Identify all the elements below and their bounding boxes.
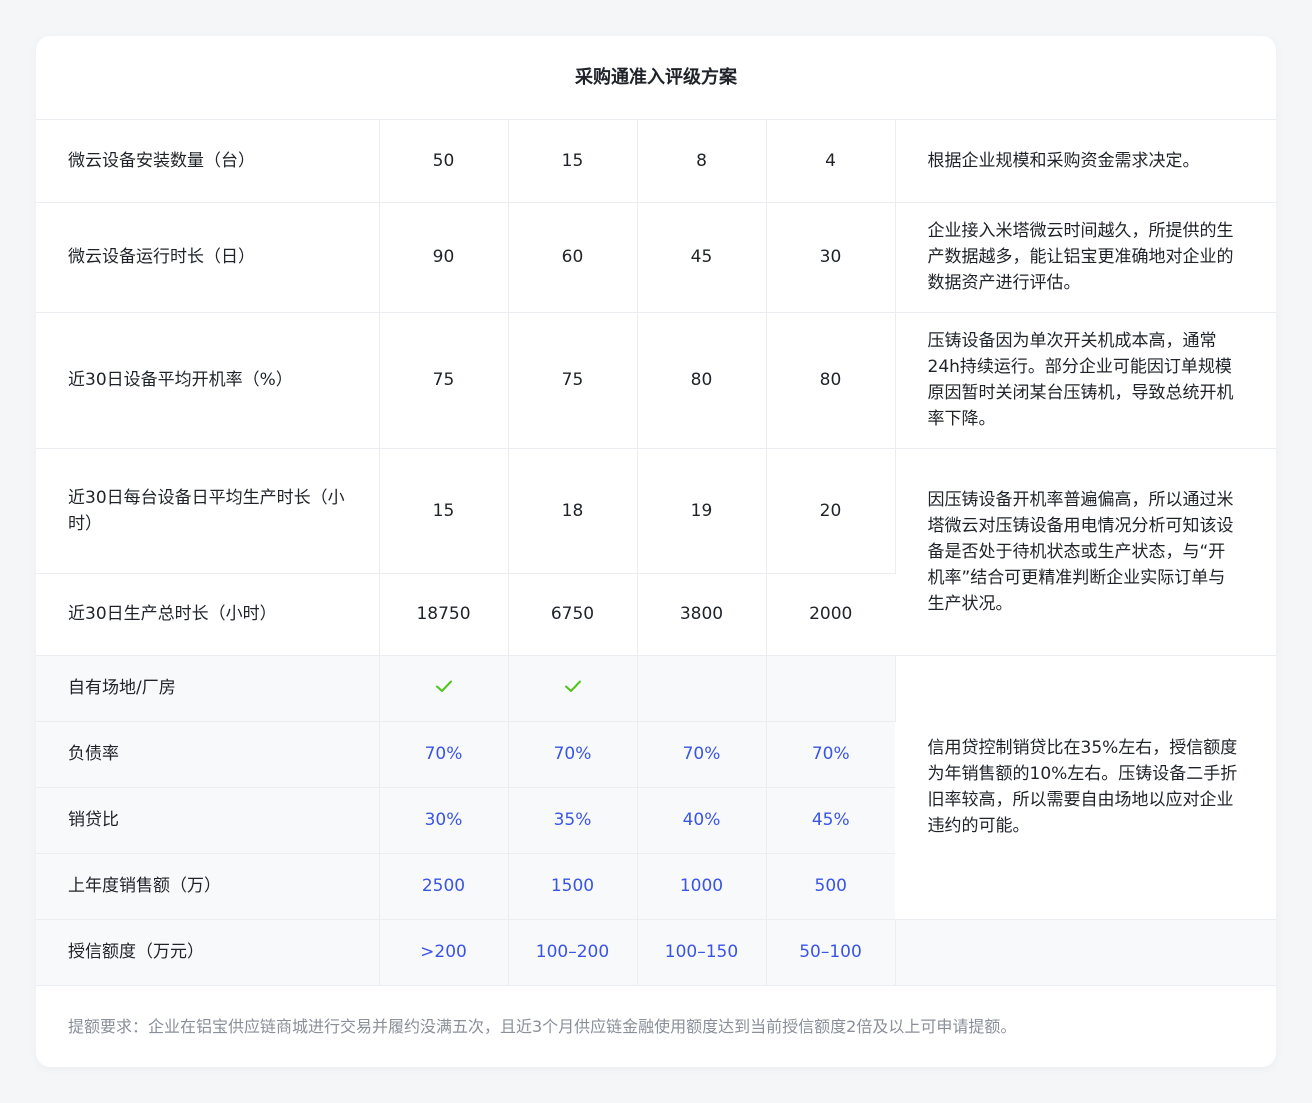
row-note: 企业接入米塔微云时间越久，所提供的生产数据越多，能让铝宝更准确地对企业的数据资产… — [895, 202, 1276, 313]
row-label: 自有场地/厂房 — [36, 655, 380, 722]
row-label: 近30日生产总时长（小时） — [36, 573, 380, 656]
row-note: 压铸设备因为单次开关机成本高，通常24h持续运行。部分企业可能因订单规模原因暂时… — [895, 312, 1276, 449]
table-cell: 8 — [637, 120, 767, 203]
table-cell: 80 — [637, 312, 767, 449]
table-cell: 2500 — [379, 853, 509, 920]
table-row: 微云设备运行时长（日） 90 60 45 30 企业接入米塔微云时间越久，所提供… — [36, 202, 1276, 313]
row-note: 信用贷控制销贷比在35%左右，授信额度为年销售额的10%左右。压铸设备二手折旧率… — [895, 655, 1276, 920]
table-cell: 40% — [637, 787, 767, 854]
table-cell: 70% — [766, 721, 895, 788]
table-cell: 70% — [508, 721, 638, 788]
table-cell: 20 — [766, 448, 896, 574]
table-cell: 3800 — [637, 573, 767, 656]
table-cell: 500 — [766, 853, 895, 920]
table-cell — [766, 655, 896, 722]
row-label: 上年度销售额（万） — [36, 853, 380, 920]
page-title: 采购通准入评级方案 — [36, 36, 1276, 120]
table-cell: 100–150 — [637, 919, 767, 986]
table-cell — [637, 655, 767, 722]
table-cell: 75 — [379, 312, 509, 449]
table-cell: 30% — [379, 787, 509, 854]
row-label: 微云设备安装数量（台） — [36, 120, 380, 203]
rating-card: 采购通准入评级方案 微云设备安装数量（台） 50 15 8 4 根据企业规模和采… — [36, 36, 1276, 1067]
table-cell: 45% — [766, 787, 895, 854]
table-cell: 19 — [637, 448, 767, 574]
table-cell: 30 — [766, 202, 896, 313]
table-row: 授信额度（万元） >200 100–200 100–150 50–100 — [36, 919, 1276, 986]
row-label: 微云设备运行时长（日） — [36, 202, 380, 313]
table-cell — [508, 655, 638, 722]
table-row: 近30日每台设备日平均生产时长（小时） 15 18 19 20 因压铸设备开机率… — [36, 448, 1276, 656]
table-cell: 80 — [766, 312, 896, 449]
row-label: 授信额度（万元） — [36, 919, 380, 986]
table-cell: 4 — [766, 120, 896, 203]
row-label: 近30日设备平均开机率（%） — [36, 312, 380, 449]
check-icon — [564, 680, 581, 692]
table-cell: 35% — [508, 787, 638, 854]
table-cell: 15 — [379, 448, 509, 574]
table-cell — [379, 655, 509, 722]
table-cell: 2000 — [766, 573, 895, 656]
table-row: 自有场地/厂房 信用贷控制销贷比在35%左右，授信额度为年销售额的10%左右。压… — [36, 655, 1276, 920]
table-cell: 6750 — [508, 573, 638, 656]
table-row: 近30日设备平均开机率（%） 75 75 80 80 压铸设备因为单次开关机成本… — [36, 312, 1276, 449]
table-cell: 90 — [379, 202, 509, 313]
table-cell: 18 — [508, 448, 638, 574]
row-label: 销贷比 — [36, 787, 380, 854]
table-cell: 50 — [379, 120, 509, 203]
row-note-empty — [895, 919, 1276, 986]
table-cell: 70% — [379, 721, 509, 788]
check-icon — [435, 680, 452, 692]
table-cell: 100–200 — [508, 919, 638, 986]
table-cell: >200 — [379, 919, 509, 986]
table-cell: 50–100 — [766, 919, 896, 986]
row-note: 因压铸设备开机率普遍偏高，所以通过米塔微云对压铸设备用电情况分析可知该设备是否处… — [895, 448, 1276, 656]
table-cell: 1000 — [637, 853, 767, 920]
table-cell: 60 — [508, 202, 638, 313]
table-cell: 45 — [637, 202, 767, 313]
rating-table: 微云设备安装数量（台） 50 15 8 4 根据企业规模和采购资金需求决定。 微… — [36, 120, 1276, 986]
row-label: 负债率 — [36, 721, 380, 788]
table-cell: 75 — [508, 312, 638, 449]
table-cell: 18750 — [379, 573, 509, 656]
footer-note: 提额要求：企业在铝宝供应链商城进行交易并履约没满五次，且近3个月供应链金融使用额… — [68, 1016, 1017, 1036]
row-note: 根据企业规模和采购资金需求决定。 — [895, 120, 1276, 203]
table-cell: 15 — [508, 120, 638, 203]
row-label: 近30日每台设备日平均生产时长（小时） — [36, 448, 380, 574]
table-row: 微云设备安装数量（台） 50 15 8 4 根据企业规模和采购资金需求决定。 — [36, 120, 1276, 203]
table-cell: 1500 — [508, 853, 638, 920]
table-cell: 70% — [637, 721, 767, 788]
